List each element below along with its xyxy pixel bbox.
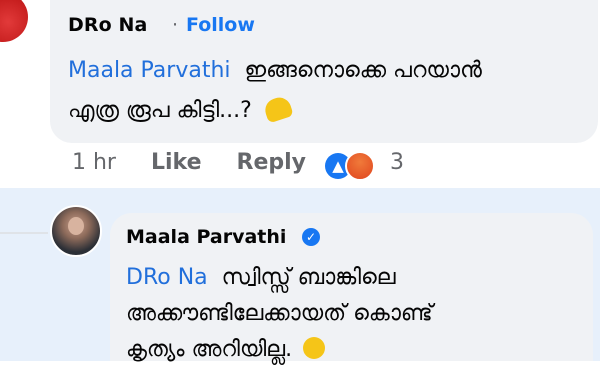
comment-text-part: ഇങ്ങനൊക്കെ പറയാൻ [244,58,482,83]
reply-text-line-1: DRo Na സ്വിസ്സ് ബാങ്കിലെ [126,262,396,294]
reply-button[interactable]: Reply [237,150,307,175]
comment-time[interactable]: 1 hr [72,150,116,175]
follow-link[interactable]: Follow [186,14,255,36]
like-button[interactable]: Like [151,150,202,175]
comment-author-name[interactable]: DRo Na [68,14,147,36]
reaction-count[interactable]: 3 [390,150,404,175]
reply-text-part: സ്വിസ്സ് ബാങ്കിലെ [221,265,396,290]
reply-text-line-3: കൃത്യം അറിയില്ല. [126,334,326,366]
comment-text-part: എത്ര രൂപ കിട്ടി...? [68,98,252,123]
reply-text-line-2: അക്കൗണ്ടിലേക്കായത് കൊണ്ട് [126,301,433,326]
reply-author-name[interactable]: Maala Parvathi [126,226,286,248]
comment-mention[interactable]: Maala Parvathi [68,58,231,83]
author-separator: · [172,14,179,36]
smirk-emoji [303,337,326,359]
reply-author-avatar[interactable] [50,205,102,257]
reply-mention[interactable]: DRo Na [126,265,208,290]
verified-badge-icon: ✓ [302,228,320,246]
comment-text-line-2: എത്ര രൂപ കിട്ടി...? [68,94,294,127]
pinching-hand-emoji [262,94,294,124]
comment-text-line-1: Maala Parvathi ഇങ്ങനൊക്കെ പറയാൻ [68,55,482,87]
avatar-face [68,217,84,235]
comment-actions: 1 hr Like Reply [72,150,334,175]
angry-icon [345,151,375,181]
reactions-summary[interactable]: ▲ [325,151,375,181]
reply-text-part: കൃത്യം അറിയില്ല. [126,337,293,362]
commenter-avatar[interactable] [0,0,28,42]
thread-connector [0,232,48,234]
